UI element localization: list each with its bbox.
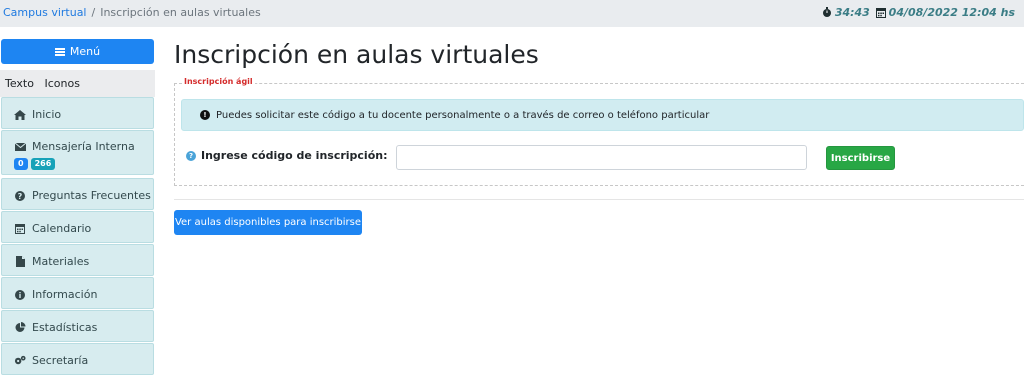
calendar-icon xyxy=(14,223,26,234)
info-circle-icon xyxy=(14,289,26,300)
gears-icon xyxy=(14,355,26,366)
unread-messages-badge: 0 xyxy=(14,158,28,170)
sidebar-item-label: Estadísticas xyxy=(32,321,98,334)
enroll-button[interactable]: Inscribirse xyxy=(826,146,895,170)
pie-chart-icon xyxy=(14,322,26,333)
view-mode-icons[interactable]: Iconos xyxy=(44,77,79,90)
top-bar: Campus virtual / Inscripción en aulas virt… xyxy=(0,0,1024,27)
sidebar-item-informacion[interactable]: Información xyxy=(1,277,154,309)
session-status: 34:43 04/08/2022 12:04 hs xyxy=(820,6,1015,21)
view-mode-toggle: Texto Iconos xyxy=(0,70,155,97)
breadcrumb: Campus virtual / Inscripción en aulas virt… xyxy=(3,6,261,19)
file-icon xyxy=(14,256,26,267)
fieldset-legend: Inscripción ágil xyxy=(182,77,255,86)
message-badges: 0 266 xyxy=(14,158,56,170)
breadcrumb-current: Inscripción en aulas virtuales xyxy=(100,6,261,19)
hamburger-icon xyxy=(54,47,65,56)
sidebar-item-mensajeria[interactable]: Mensajería Interna 0 266 xyxy=(1,130,154,175)
calendar-icon xyxy=(875,7,886,21)
sidebar-item-label: Inicio xyxy=(32,108,62,121)
info-alert-text: Puedes solicitar este código a tu docent… xyxy=(216,109,710,121)
sidebar-item-label: Preguntas Frecuentes xyxy=(32,189,151,202)
sidebar-item-label: Mensajería Interna xyxy=(32,140,135,153)
info-icon: ! xyxy=(200,110,210,120)
menu-button-label: Menú xyxy=(69,45,101,58)
breadcrumb-campus-link[interactable]: Campus virtual xyxy=(3,6,87,19)
session-timer: 34:43 xyxy=(834,6,870,19)
enrollment-code-input[interactable] xyxy=(396,145,807,170)
sidebar-item-label: Calendario xyxy=(32,222,92,235)
sidebar-item-calendario[interactable]: Calendario xyxy=(1,211,154,243)
breadcrumb-separator: / xyxy=(91,6,96,19)
info-alert: ! Puedes solicitar este código a tu doce… xyxy=(181,99,1024,131)
svg-text:?: ? xyxy=(18,192,23,201)
sidebar-item-label: Secretaría xyxy=(32,354,89,367)
view-mode-text[interactable]: Texto xyxy=(5,77,34,90)
enrollment-code-label: ? Ingrese código de inscripción: xyxy=(186,149,387,162)
divider xyxy=(174,199,1024,200)
home-icon xyxy=(14,109,26,120)
envelope-icon xyxy=(14,142,26,151)
page-title: Inscripción en aulas virtuales xyxy=(174,40,539,69)
current-datetime: 04/08/2022 12:04 hs xyxy=(888,6,1015,19)
sidebar-item-estadisticas[interactable]: Estadísticas xyxy=(1,310,154,342)
total-messages-badge: 266 xyxy=(30,158,56,170)
sidebar-item-secretaria[interactable]: Secretaría xyxy=(1,343,154,375)
sidebar-item-inicio[interactable]: Inicio xyxy=(1,97,154,129)
sidebar: Menú Texto Iconos Inicio Mensajería Inte… xyxy=(0,39,155,375)
stopwatch-icon xyxy=(822,7,832,21)
question-circle-icon: ? xyxy=(14,190,26,201)
view-available-rooms-button[interactable]: Ver aulas disponibles para inscribirse xyxy=(174,210,362,235)
sidebar-item-label: Información xyxy=(32,288,98,301)
help-icon[interactable]: ? xyxy=(186,150,196,161)
sidebar-item-label: Materiales xyxy=(32,255,90,268)
sidebar-item-preguntas-frecuentes[interactable]: ? Preguntas Frecuentes xyxy=(1,178,154,210)
menu-button[interactable]: Menú xyxy=(1,39,154,64)
enrollment-code-label-text: Ingrese código de inscripción: xyxy=(201,149,388,162)
sidebar-item-materiales[interactable]: Materiales xyxy=(1,244,154,276)
